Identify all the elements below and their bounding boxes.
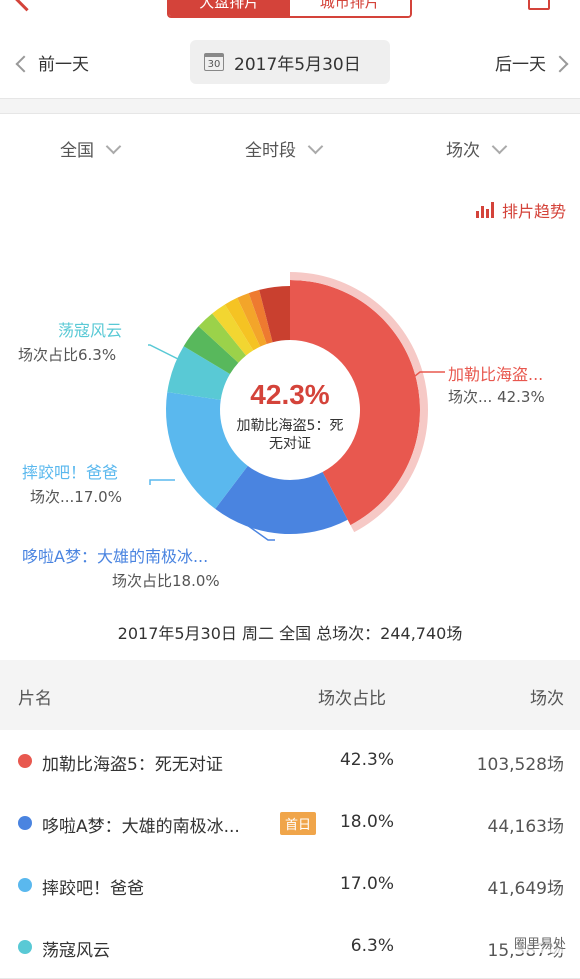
movie-title: 加勒比海盗5：死无对证 [42, 755, 223, 775]
top-bar: 大盘排片 城市排片 [0, 0, 580, 26]
label-name-3: 摔跤吧！爸爸 [22, 463, 118, 482]
leader-line [149, 479, 175, 485]
chevron-left-icon [15, 55, 33, 73]
filter-bar: 全国 全时段 场次 [0, 113, 580, 181]
share-percent: 18.0% [339, 812, 394, 832]
movie-title: 摔跤吧！爸爸 [42, 879, 144, 899]
leader-line [148, 344, 181, 361]
share-percent: 42.3% [339, 750, 394, 770]
share-icon[interactable] [528, 0, 550, 10]
table-row[interactable]: 荡寇风云6.3%15,387场 [0, 916, 580, 979]
series-color-dot [18, 940, 32, 954]
movie-title: 荡寇风云 [42, 941, 110, 961]
table-row[interactable]: 哆啦A梦：大雄的南极冰... 首日 18.0% 44,163场 [0, 792, 580, 855]
metric-filter[interactable]: 场次 [446, 136, 508, 161]
chevron-down-icon [491, 138, 508, 155]
series-color-dot [18, 878, 32, 892]
prev-day-button[interactable]: 前一天 [15, 50, 89, 75]
screening-count: 103,528场 [476, 755, 564, 775]
tab-national[interactable]: 大盘排片 [169, 0, 290, 16]
share-percent: 6.3% [350, 936, 394, 956]
col-title: 片名 [18, 689, 52, 709]
calendar-icon: 30 [204, 53, 224, 71]
premiere-badge: 首日 [280, 812, 317, 835]
metric-filter-label: 场次 [446, 141, 480, 161]
series-color-dot [18, 754, 32, 768]
date-navigation: 前一天 30 2017年5月30日 后一天 [0, 26, 580, 99]
movie-title: 哆啦A梦：大雄的南极冰... [42, 817, 240, 837]
series-color-dot [18, 816, 32, 830]
current-date: 2017年5月30日 [234, 54, 361, 75]
share-donut-chart: 42.3% 加勒比海盗5：死 无对证 加勒比海盗... 场次... 42.3% … [18, 272, 545, 590]
share-percent: 17.0% [339, 874, 394, 894]
center-percent: 42.3% [250, 379, 329, 410]
next-day-label: 后一天 [495, 55, 546, 75]
ranking-tab-switch: 大盘排片 城市排片 [167, 0, 412, 18]
chevron-down-icon [105, 138, 122, 155]
region-filter[interactable]: 全国 [60, 136, 122, 161]
center-title-line1: 加勒比海盗5：死 [237, 418, 344, 434]
table-row[interactable]: 加勒比海盗5：死无对证 42.3% 103,528场 [0, 730, 580, 793]
tab-city[interactable]: 城市排片 [289, 0, 410, 16]
watermark: 圈里易处 [509, 932, 570, 953]
label-sub-4: 场次占比6.3% [18, 346, 116, 364]
label-name-4: 荡寇风云 [58, 321, 122, 340]
table-header: 片名 场次占比 场次 [0, 662, 580, 728]
region-filter-label: 全国 [60, 141, 94, 161]
time-filter-label: 全时段 [245, 141, 296, 161]
center-title-line2: 无对证 [269, 436, 311, 452]
next-day-button[interactable]: 后一天 [495, 50, 569, 75]
col-share[interactable]: 场次占比 [318, 684, 386, 709]
label-name-1: 加勒比海盗... [448, 365, 543, 384]
chevron-down-icon [307, 138, 324, 155]
time-filter[interactable]: 全时段 [245, 136, 324, 161]
label-sub-2: 场次占比18.0% [112, 572, 220, 590]
prev-day-label: 前一天 [38, 55, 89, 75]
screening-count: 41,649场 [487, 879, 564, 899]
label-sub-1: 场次... 42.3% [448, 388, 545, 406]
total-summary: 2017年5月30日 周二 全国 总场次：244,740场 [117, 624, 463, 643]
date-picker[interactable]: 30 2017年5月30日 [190, 40, 390, 84]
table-row[interactable]: 摔跤吧！爸爸 17.0% 41,649场 [0, 854, 580, 917]
label-name-2: 哆啦A梦：大雄的南极冰... [22, 547, 208, 566]
chevron-right-icon [551, 55, 569, 73]
label-sub-3: 场次...17.0% [30, 488, 122, 506]
col-count[interactable]: 场次 [530, 684, 564, 709]
back-arrow-icon[interactable] [11, 0, 42, 12]
screening-count: 44,163场 [487, 817, 564, 837]
